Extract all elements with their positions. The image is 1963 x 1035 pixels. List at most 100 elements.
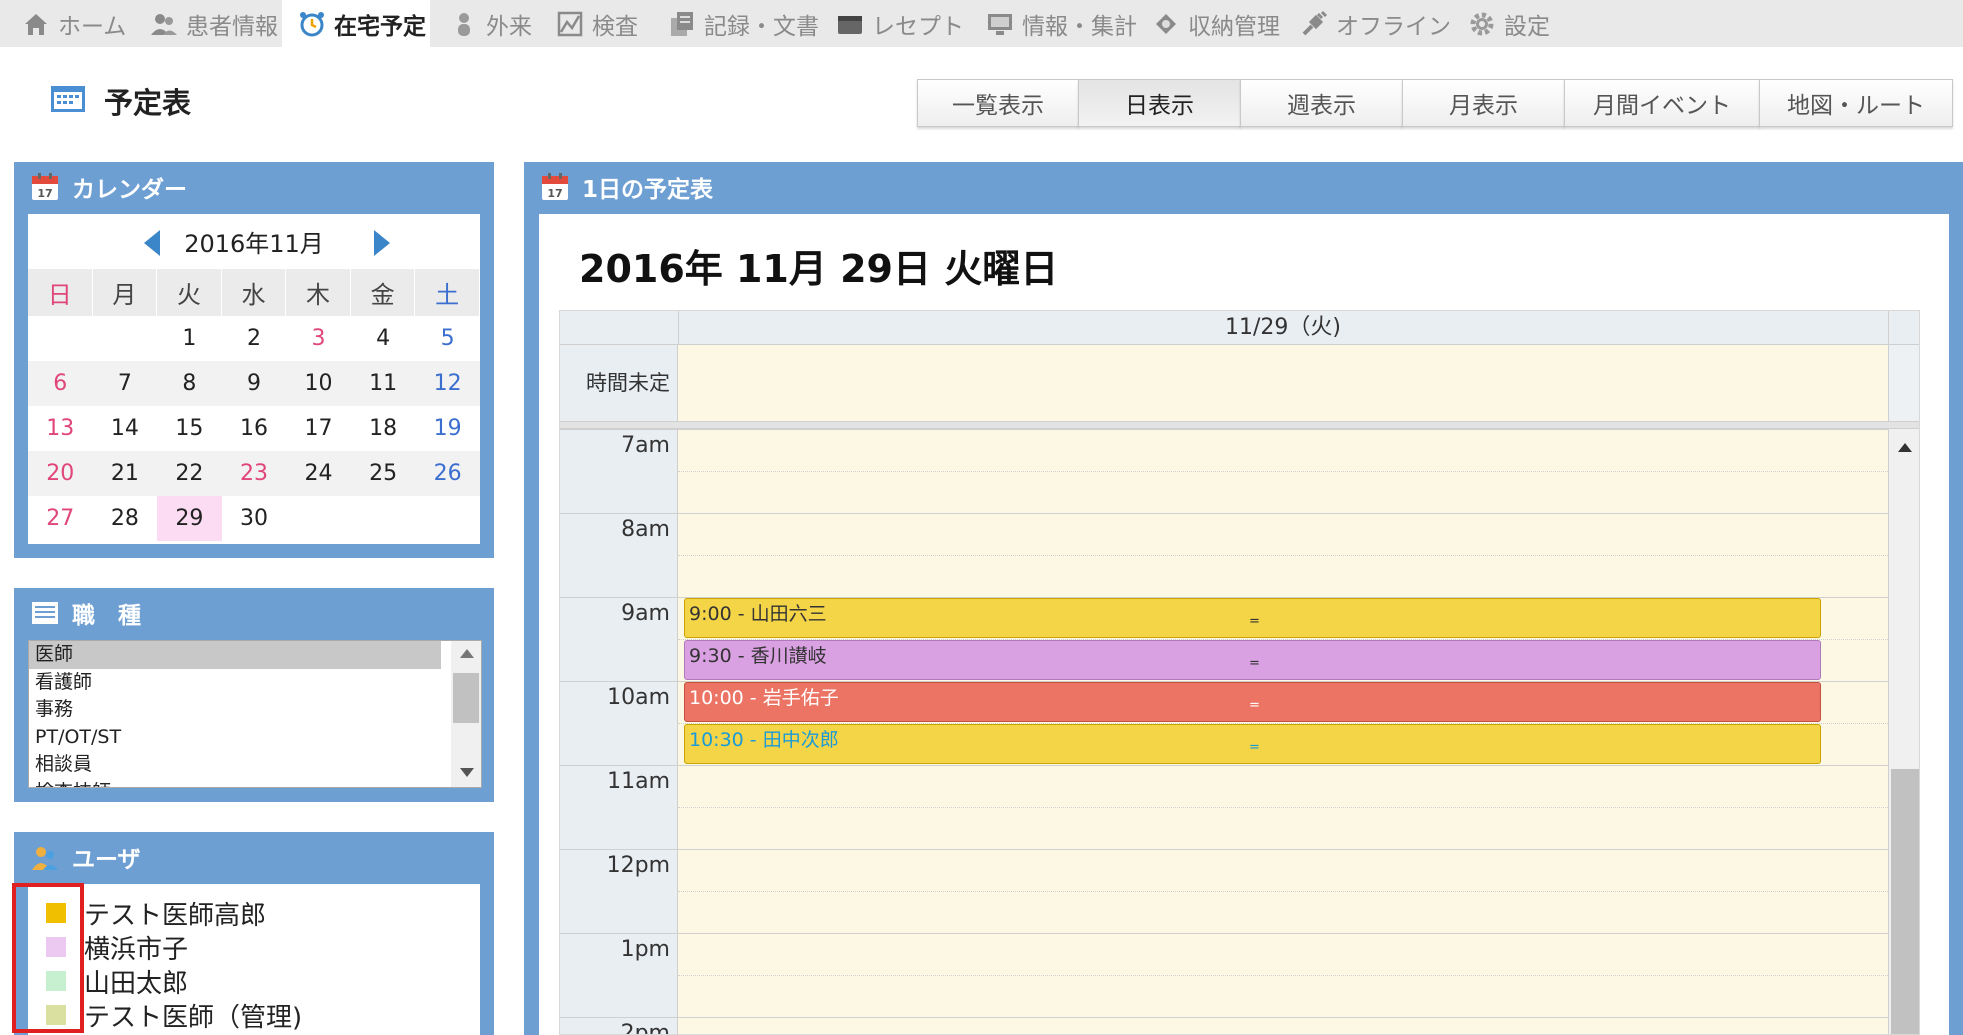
scroll-up-arrow-icon[interactable] (1898, 443, 1912, 452)
schedule-event[interactable]: 9:00 - 山田六三 = (684, 598, 1821, 638)
job-type-option[interactable]: 医師 (29, 641, 441, 669)
calendar-day[interactable]: 6 (28, 361, 93, 406)
date-heading: 2016年 11月 29日 火曜日 (579, 247, 1059, 291)
calendar-day[interactable]: 8 (157, 361, 222, 406)
calendar-day[interactable]: 1 (157, 316, 222, 361)
nav-payment-management[interactable]: 収納管理 (1152, 0, 1280, 47)
calendar-day[interactable]: 28 (93, 496, 158, 541)
calendar-weekday-row: 日 月 火 水 木 金 土 (28, 269, 480, 316)
nav-examination[interactable]: 検査 (556, 0, 638, 47)
hour-line (560, 429, 1888, 430)
weekday-thu: 木 (286, 269, 351, 316)
top-navigation: ホーム 患者情報 在宅予定 外来 検査 記録・文書 レセプト 情報・集計 収納管… (0, 0, 1963, 47)
calendar-day[interactable]: 23 (222, 451, 287, 496)
scrollbar-thumb[interactable] (1891, 769, 1919, 1034)
job-type-option[interactable]: 事務 (29, 696, 441, 724)
calendar-day[interactable]: 30 (222, 496, 287, 541)
calendar-empty-cell (415, 496, 480, 541)
calendar-day[interactable]: 15 (157, 406, 222, 451)
calendar-day[interactable]: 13 (28, 406, 93, 451)
schedule-scrollbar[interactable] (1888, 429, 1919, 1034)
nav-patients[interactable]: 患者情報 (150, 0, 278, 47)
payment-icon (1152, 10, 1180, 38)
half-hour-line (678, 807, 1888, 808)
tab-map-route[interactable]: 地図・ルート (1759, 79, 1953, 127)
resize-handle-icon[interactable]: = (1249, 733, 1260, 763)
job-type-panel: 職 種 医師看護師事務PT/OT/ST相談員検査技師 (14, 588, 494, 802)
resize-handle-icon[interactable]: = (1249, 607, 1260, 637)
nav-home[interactable]: ホーム (22, 0, 126, 47)
nav-info-stats[interactable]: 情報・集計 (986, 0, 1137, 47)
weekday-sun: 日 (28, 269, 93, 316)
calendar-day[interactable]: 29 (157, 496, 222, 541)
job-type-body: 医師看護師事務PT/OT/ST相談員検査技師 (28, 640, 482, 790)
schedule-event[interactable]: 9:30 - 香川讃岐 = (684, 640, 1821, 680)
calendar-day[interactable]: 7 (93, 361, 158, 406)
next-month-arrow-icon[interactable] (374, 230, 390, 256)
nav-outpatient[interactable]: 外来 (450, 0, 532, 47)
scroll-down-arrow-icon[interactable] (460, 768, 474, 777)
schedule-event[interactable]: 10:00 - 岩手佑子 = (684, 682, 1821, 722)
event-label: 10:00 - 岩手佑子 (689, 687, 839, 709)
calendar-day[interactable]: 19 (415, 406, 480, 451)
calendar-day[interactable]: 5 (415, 316, 480, 361)
calendar-empty-cell (286, 496, 351, 541)
scroll-up-arrow-icon[interactable] (460, 649, 474, 658)
nav-receipt[interactable]: レセプト (836, 0, 964, 47)
tab-monthly-events[interactable]: 月間イベント (1564, 79, 1760, 127)
job-type-option[interactable]: 看護師 (29, 669, 441, 697)
scrollbar-thumb[interactable] (453, 673, 479, 723)
tab-day-view[interactable]: 日表示 (1078, 79, 1241, 127)
job-type-option[interactable]: 検査技師 (29, 779, 441, 788)
unscheduled-area[interactable] (678, 345, 1888, 421)
listbox-scrollbar[interactable] (451, 641, 481, 787)
schedule-icon (50, 82, 86, 114)
event-label: 9:00 - 山田六三 (689, 603, 827, 625)
calendar-day[interactable]: 10 (286, 361, 351, 406)
hour-line (560, 765, 1888, 766)
calendar-day[interactable]: 16 (222, 406, 287, 451)
users-icon (30, 842, 60, 872)
resize-handle-icon[interactable]: = (1249, 649, 1260, 679)
calendar-day[interactable]: 26 (415, 451, 480, 496)
calendar-day[interactable]: 11 (351, 361, 416, 406)
calendar-day[interactable]: 25 (351, 451, 416, 496)
calendar-day[interactable]: 3 (286, 316, 351, 361)
nav-records-documents[interactable]: 記録・文書 (668, 0, 819, 47)
job-type-option[interactable]: PT/OT/ST (29, 724, 441, 752)
job-type-listbox[interactable]: 医師看護師事務PT/OT/ST相談員検査技師 (28, 640, 482, 788)
calendar-icon: 17 (30, 172, 60, 202)
svg-text:17: 17 (37, 187, 52, 200)
nav-home-schedule[interactable]: 在宅予定 (282, 0, 430, 47)
calendar-day[interactable]: 17 (286, 406, 351, 451)
calendar-day[interactable]: 24 (286, 451, 351, 496)
calendar-month-label: 2016年11月 (184, 230, 324, 258)
calendar-icon: 17 (540, 172, 570, 202)
calendar-day[interactable]: 18 (351, 406, 416, 451)
weekday-tue: 火 (157, 269, 222, 316)
calendar-day[interactable]: 4 (351, 316, 416, 361)
calendar-day[interactable]: 9 (222, 361, 287, 406)
calendar-day[interactable]: 2 (222, 316, 287, 361)
user-panel-header: ユーザ (14, 832, 494, 882)
day-column-header: 11/29（火) (1225, 315, 1341, 340)
monitor-icon (986, 10, 1014, 38)
tab-week-view[interactable]: 週表示 (1240, 79, 1403, 127)
calendar-day[interactable]: 14 (93, 406, 158, 451)
nav-offline[interactable]: オフライン (1300, 0, 1451, 47)
nav-settings[interactable]: 設定 (1468, 0, 1550, 47)
job-type-option[interactable]: 相談員 (29, 751, 441, 779)
tab-month-view[interactable]: 月表示 (1402, 79, 1565, 127)
calendar-panel-header: 17 カレンダー (14, 162, 494, 212)
schedule-event[interactable]: 10:30 - 田中次郎 = (684, 724, 1821, 764)
calendar-day[interactable]: 22 (157, 451, 222, 496)
calendar-day[interactable]: 20 (28, 451, 93, 496)
resize-handle-icon[interactable]: = (1249, 691, 1260, 721)
tab-list-view[interactable]: 一覧表示 (917, 79, 1079, 127)
calendar-week-row: 12345 (28, 316, 480, 361)
calendar-empty-cell (28, 316, 93, 361)
calendar-day[interactable]: 27 (28, 496, 93, 541)
calendar-day[interactable]: 21 (93, 451, 158, 496)
calendar-day[interactable]: 12 (415, 361, 480, 406)
weekday-fri: 金 (351, 269, 416, 316)
